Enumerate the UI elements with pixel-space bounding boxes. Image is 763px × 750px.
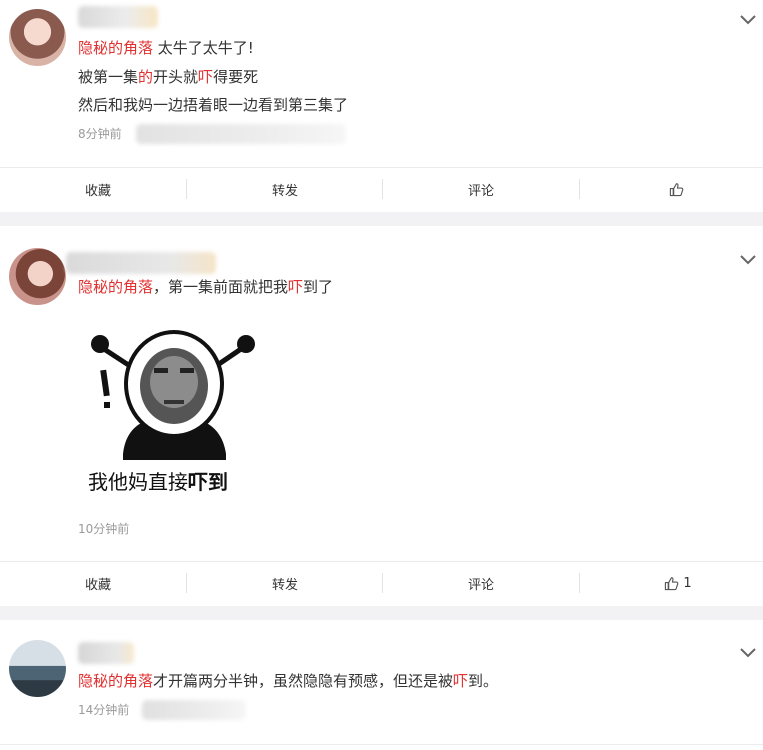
avatar[interactable] — [9, 248, 66, 305]
text-highlight: 吓 — [198, 68, 214, 86]
topic-link[interactable]: 隐秘的角落 — [78, 672, 153, 690]
action-bar: 收藏 转发 评论 — [0, 167, 763, 210]
comment-text: 隐秘的角落才开篇两分半钟，虽然隐隐有预感，但还是被吓到。 — [78, 671, 498, 691]
username-blurred[interactable] — [78, 6, 158, 28]
like-button[interactable]: 1 — [580, 562, 763, 604]
chevron-down-icon[interactable] — [739, 646, 757, 658]
chevron-down-icon[interactable] — [739, 13, 757, 25]
action-bar-edge — [0, 744, 763, 750]
comment-text: 太牛了太牛了! — [157, 39, 254, 57]
comment-text-line1: 隐秘的角落 太牛了太牛了! — [78, 38, 254, 58]
thumbs-up-icon — [669, 182, 683, 196]
avatar[interactable] — [9, 9, 66, 66]
topic-link[interactable]: 隐秘的角落 — [78, 278, 153, 296]
comment-button[interactable]: 评论 — [383, 562, 579, 604]
text-highlight: 吓 — [453, 672, 469, 690]
caption-bold: 吓到 — [188, 470, 228, 494]
timestamp: 10分钟前 — [78, 522, 130, 536]
comment-button[interactable]: 评论 — [383, 168, 579, 210]
caption-text: 我他妈直接 — [88, 470, 188, 494]
text-seg: 到。 — [468, 672, 499, 690]
avatar[interactable] — [9, 640, 66, 697]
collect-button[interactable]: 收藏 — [0, 168, 196, 210]
comment-text-line2: 被第一集的开头就吓得要死 — [78, 67, 258, 87]
text-seg: 才开篇两分半钟，虽然隐隐有预感，但还是被 — [153, 672, 454, 690]
comment-card-2: 隐秘的角落，第一集前面就把我吓到了 我他妈直接吓到 10分钟前 收藏 转发 评论 — [0, 226, 763, 606]
text-seg: 开头就 — [153, 68, 199, 86]
comment-text: 隐秘的角落，第一集前面就把我吓到了 — [78, 277, 333, 297]
text-seg: 到了 — [303, 278, 334, 296]
meme-image[interactable]: 我他妈直接吓到 — [78, 304, 278, 510]
topic-link[interactable]: 隐秘的角落 — [78, 39, 153, 57]
text-seg: 得要死 — [213, 68, 259, 86]
text-highlight: 的 — [138, 68, 154, 86]
timestamp: 14分钟前 — [78, 703, 130, 717]
comment-text-line3: 然后和我妈一边捂着眼一边看到第三集了 — [78, 96, 349, 114]
meme-caption: 我他妈直接吓到 — [88, 466, 228, 495]
comment-card-1: 隐秘的角落 太牛了太牛了! 被第一集的开头就吓得要死 然后和我妈一边捂着眼一边看… — [0, 0, 763, 212]
chevron-down-icon[interactable] — [739, 253, 757, 265]
thumbs-up-icon — [665, 576, 679, 590]
collect-button[interactable]: 收藏 — [0, 562, 196, 604]
source-blurred — [136, 124, 346, 144]
username-blurred[interactable] — [78, 642, 134, 664]
like-count: 1 — [683, 575, 692, 591]
text-seg: 被第一集 — [78, 68, 139, 86]
text-seg: ，第一集前面就把我 — [153, 278, 289, 296]
source-blurred — [142, 700, 246, 720]
timestamp: 8分钟前 — [78, 127, 122, 141]
like-button[interactable] — [580, 168, 763, 210]
repost-button[interactable]: 转发 — [187, 168, 383, 210]
repost-button[interactable]: 转发 — [187, 562, 383, 604]
text-highlight: 吓 — [288, 278, 304, 296]
action-bar: 收藏 转发 评论 1 — [0, 561, 763, 604]
comment-card-3: 隐秘的角落才开篇两分半钟，虽然隐隐有预感，但还是被吓到。 14分钟前 — [0, 620, 763, 750]
username-blurred[interactable] — [66, 252, 216, 274]
